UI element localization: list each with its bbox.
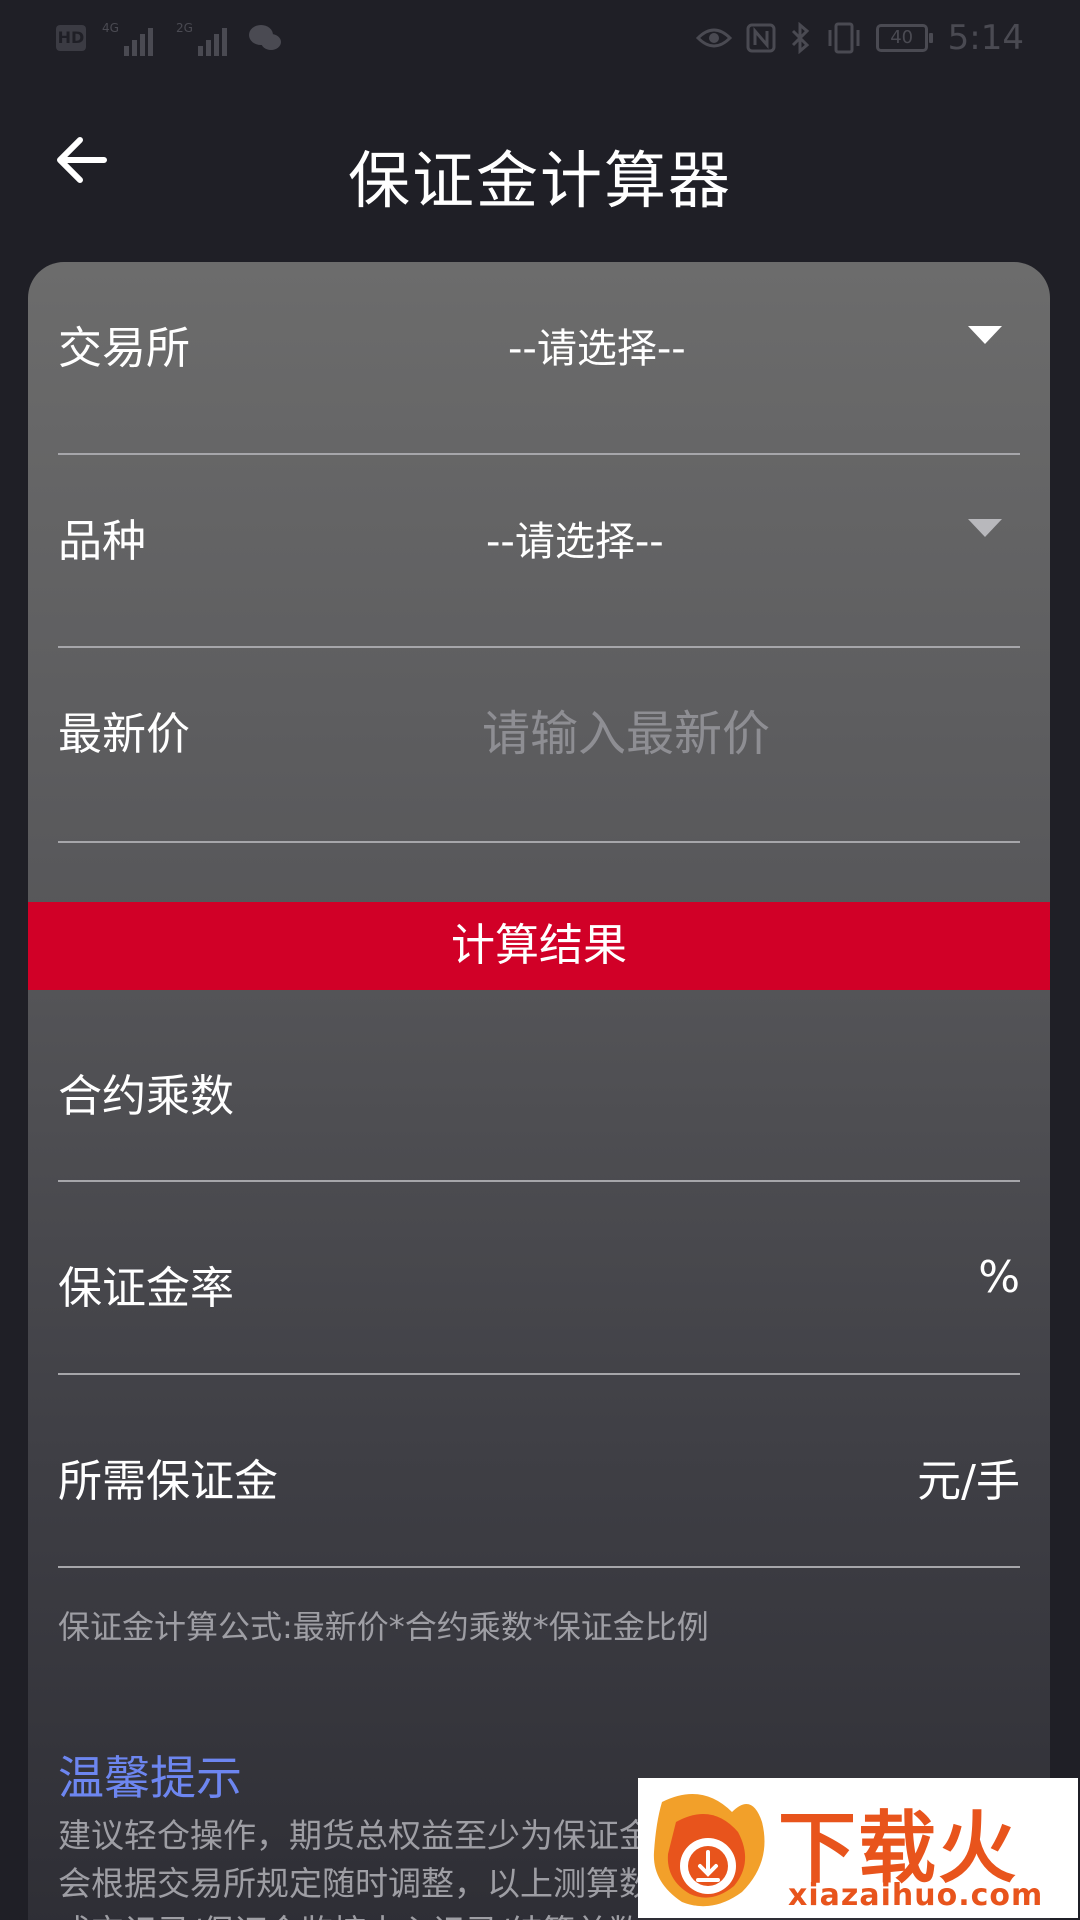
bluetooth-icon [791, 22, 809, 54]
vibrate-icon [828, 22, 860, 54]
latest-price-input[interactable]: 请输入最新价 [482, 694, 770, 764]
status-right: 40 5:14 [695, 18, 1024, 58]
hd-icon: HD [56, 25, 86, 51]
contract-multiplier-label: 合约乘数 [58, 1071, 234, 1122]
calculator-card: 交易所 --请选择-- 品种 --请选择-- 最新价 请输入最新价 计算结果 合… [28, 262, 1050, 1920]
margin-rate-unit: % [978, 1252, 1020, 1303]
signal-icon-2: 2G [176, 21, 227, 56]
exchange-select[interactable]: --请选择-- [508, 316, 686, 374]
required-margin-unit: 元/手 [917, 1456, 1020, 1507]
formula-note: 保证金计算公式:最新价*合约乘数*保证金比例 [58, 1608, 709, 1646]
watermark-url: xiazaihuo.com [788, 1878, 1044, 1913]
network-label-2: 2G [176, 21, 193, 35]
result-header: 计算结果 [28, 902, 1050, 990]
variety-row: 品种 --请选择-- [58, 455, 1020, 648]
flame-logo-icon [653, 1794, 765, 1907]
nfc-icon [746, 23, 776, 53]
latest-price-row: 最新价 请输入最新价 [58, 648, 1020, 843]
screen: HD 4G 2G 40 5:14 保证金计算器 交易所 --请选择-- 品种 -… [0, 0, 1080, 1920]
network-label-1: 4G [102, 21, 119, 35]
status-left: HD 4G 2G [56, 18, 282, 58]
app-header: 保证金计算器 [0, 100, 1080, 230]
contract-multiplier-row: 合约乘数 [58, 990, 1020, 1182]
required-margin-label: 所需保证金 [58, 1456, 278, 1507]
caret-down-icon[interactable] [968, 326, 1002, 344]
page-title: 保证金计算器 [347, 144, 732, 217]
variety-select[interactable]: --请选择-- [486, 509, 664, 567]
margin-rate-row: 保证金率 % [58, 1182, 1020, 1375]
latest-price-label: 最新价 [58, 709, 190, 760]
watermark: 下载火 xiazaihuo.com [638, 1778, 1078, 1918]
variety-label: 品种 [58, 516, 146, 567]
required-margin-row: 所需保证金 元/手 [58, 1375, 1020, 1568]
status-time: 5:14 [947, 18, 1024, 58]
wechat-icon [249, 25, 281, 50]
caret-down-icon-disabled[interactable] [968, 519, 1002, 537]
battery-icon: 40 [875, 24, 933, 52]
exchange-row: 交易所 --请选择-- [58, 262, 1020, 455]
status-bar: HD 4G 2G 40 5:14 [0, 0, 1080, 80]
eye-icon [695, 28, 732, 48]
exchange-label: 交易所 [58, 323, 190, 374]
margin-rate-label: 保证金率 [58, 1263, 234, 1314]
tips-title: 温馨提示 [58, 1751, 242, 1805]
signal-icon: 4G [102, 21, 153, 56]
